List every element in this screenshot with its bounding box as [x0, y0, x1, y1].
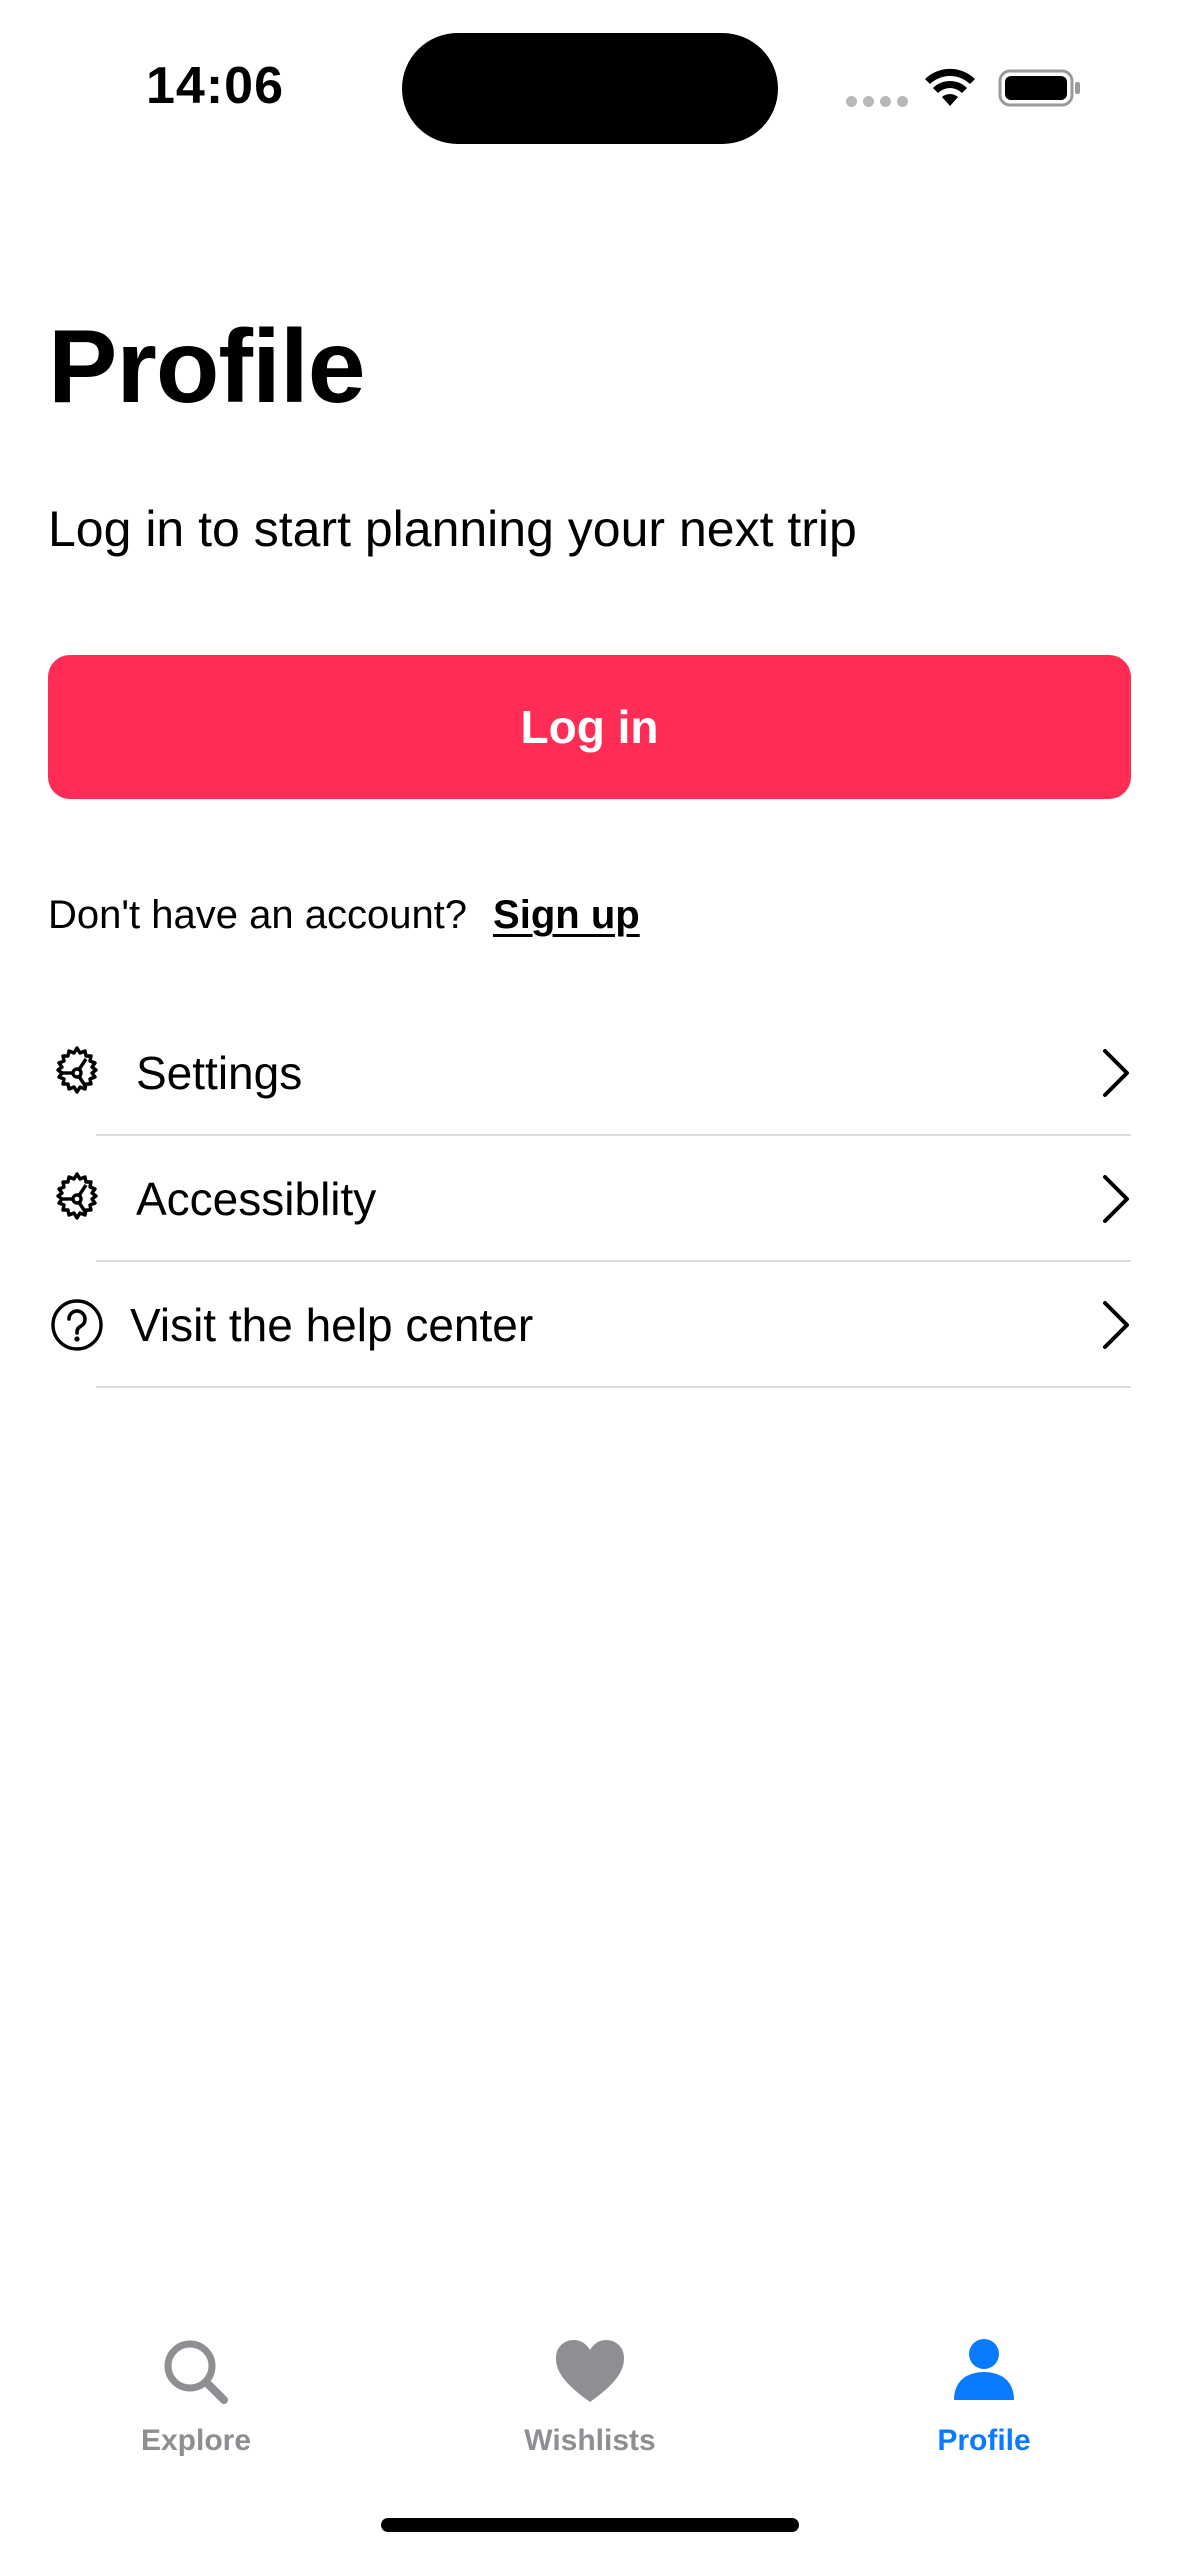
login-button-label: Log in [520, 701, 659, 753]
home-indicator [381, 2518, 799, 2532]
dynamic-island [402, 33, 778, 144]
chevron-right-icon [1103, 1175, 1129, 1223]
wifi-icon [925, 68, 975, 106]
menu-item-accessibility[interactable]: Accessiblity [48, 1136, 1131, 1262]
person-icon [954, 2339, 1014, 2400]
tab-wishlists[interactable]: Wishlists [480, 2310, 700, 2470]
signup-prompt: Don't have an account? [48, 893, 468, 937]
divider [96, 1386, 1131, 1388]
tab-bar: Explore Wishlists Profile [0, 2310, 1179, 2470]
question-circle-icon [48, 1296, 106, 1354]
status-time: 14:06 [146, 57, 284, 115]
tab-explore[interactable]: Explore [86, 2310, 306, 2470]
profile-screen: 14:06 Profile Log in to start planning y… [0, 0, 1179, 2556]
menu-item-label: Visit the help center [130, 1299, 534, 1351]
gear-icon [48, 1044, 106, 1102]
menu-item-help-center[interactable]: Visit the help center [48, 1262, 1131, 1388]
heart-icon [556, 2340, 624, 2402]
battery-icon [998, 69, 1080, 107]
signup-link[interactable]: Sign up [493, 893, 640, 938]
page-title: Profile [48, 309, 366, 425]
page-subtitle: Log in to start planning your next trip [48, 501, 857, 557]
gear-icon [48, 1170, 106, 1228]
tab-profile[interactable]: Profile [874, 2310, 1094, 2470]
tab-label: Explore [140, 2424, 252, 2457]
profile-menu-list: Settings Accessiblity Visit the help cen… [48, 1010, 1131, 1388]
tab-label: Wishlists [524, 2424, 656, 2457]
search-icon [164, 2340, 228, 2404]
menu-item-label: Accessiblity [136, 1173, 377, 1225]
menu-item-label: Settings [136, 1047, 303, 1099]
signup-row: Don't have an account? Sign up [48, 893, 640, 938]
cellular-signal-icon [846, 96, 908, 107]
chevron-right-icon [1103, 1301, 1129, 1349]
login-button[interactable]: Log in [48, 655, 1131, 799]
chevron-right-icon [1103, 1049, 1129, 1097]
menu-item-settings[interactable]: Settings [48, 1010, 1131, 1136]
tab-label: Profile [937, 2424, 1031, 2457]
